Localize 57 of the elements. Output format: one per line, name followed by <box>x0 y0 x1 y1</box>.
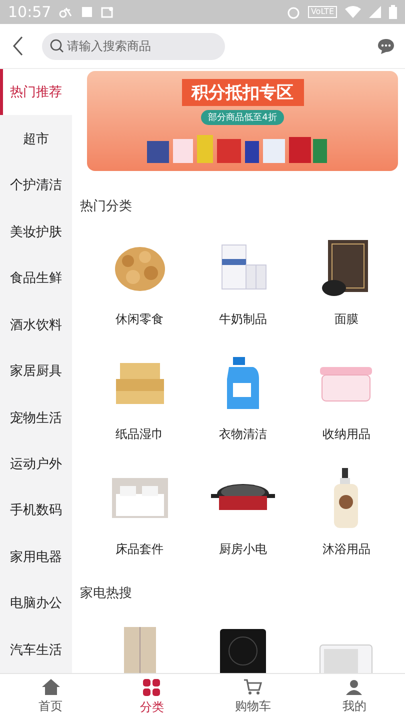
category-label[interactable]: 厨房小电 <box>218 541 267 558</box>
electric-pan-photo <box>210 484 275 510</box>
alarm-icon <box>286 6 300 18</box>
status-time: 10:57 <box>8 3 52 21</box>
network-badge: VoLTE <box>308 6 337 18</box>
bed-photo <box>112 478 168 518</box>
category-label[interactable]: 收纳用品 <box>322 426 370 443</box>
category-label[interactable]: 床品套件 <box>116 541 164 558</box>
category-tab[interactable]: 运动户外 <box>0 440 72 488</box>
mask-box-photo <box>322 240 368 296</box>
lotion-bottle-photo <box>334 468 358 528</box>
category-tab[interactable]: 热门推荐 <box>0 69 72 116</box>
section-title: 热门分类 <box>80 198 133 215</box>
category-tab[interactable]: 宠物生活 <box>0 394 72 441</box>
search-field[interactable]: 请输入搜索商品 <box>42 32 225 60</box>
image-icon <box>101 6 114 18</box>
banner-subtitle: 部分商品低至4折 <box>201 110 284 125</box>
category-label[interactable]: 牛奶制品 <box>218 311 267 328</box>
user-icon <box>346 679 362 695</box>
wifi-icon <box>345 6 361 18</box>
category-tab[interactable]: 食品生鲜 <box>0 254 72 302</box>
detergent-bottle-photo <box>226 357 259 409</box>
category-tab[interactable]: 家用电器 <box>0 534 72 580</box>
storage-box-photo <box>320 367 372 402</box>
category-label[interactable]: 休闲零食 <box>116 311 164 328</box>
banner-title: 积分抵扣专区 <box>182 79 304 106</box>
section-title: 家电热搜 <box>80 585 133 602</box>
back-icon[interactable] <box>12 36 24 56</box>
nav-tab[interactable]: 我的 <box>304 674 405 720</box>
category-label[interactable]: 沐浴用品 <box>322 541 370 558</box>
tissue-pack-photo <box>116 363 164 404</box>
category-tab[interactable]: 酒水饮料 <box>0 301 72 348</box>
induction-cooker-photo <box>220 629 266 673</box>
category-tab[interactable]: 个护清洁 <box>0 162 72 208</box>
snack-photo <box>114 247 165 291</box>
search-icon <box>50 39 64 53</box>
category-label[interactable]: 纸品湿巾 <box>116 426 164 443</box>
category-tab[interactable]: 汽车生活 <box>0 626 72 673</box>
category-label[interactable]: 衣物清洁 <box>218 426 267 443</box>
image-icon <box>81 6 94 18</box>
signal-icon <box>369 6 381 18</box>
home-icon <box>42 679 60 695</box>
category-tab[interactable]: 家居厨具 <box>0 348 72 394</box>
nav-tab[interactable]: 分类 <box>101 674 202 720</box>
nav-tab[interactable]: 首页 <box>0 674 102 720</box>
nav-tab[interactable]: 购物车 <box>202 674 304 720</box>
category-tab[interactable]: 美妆护肤 <box>0 208 72 255</box>
fridge-photo <box>124 627 156 673</box>
category-label[interactable]: 面膜 <box>334 311 358 328</box>
category-tab[interactable]: 手机数码 <box>0 487 72 534</box>
cart-icon <box>244 679 262 695</box>
category-grid-icon <box>143 678 160 696</box>
chat-icon[interactable] <box>377 38 395 54</box>
battery-icon <box>389 5 397 19</box>
category-tab[interactable]: 电脑办公 <box>0 580 72 627</box>
category-tab[interactable]: 超市 <box>0 115 72 162</box>
milk-box-photo <box>221 244 266 290</box>
